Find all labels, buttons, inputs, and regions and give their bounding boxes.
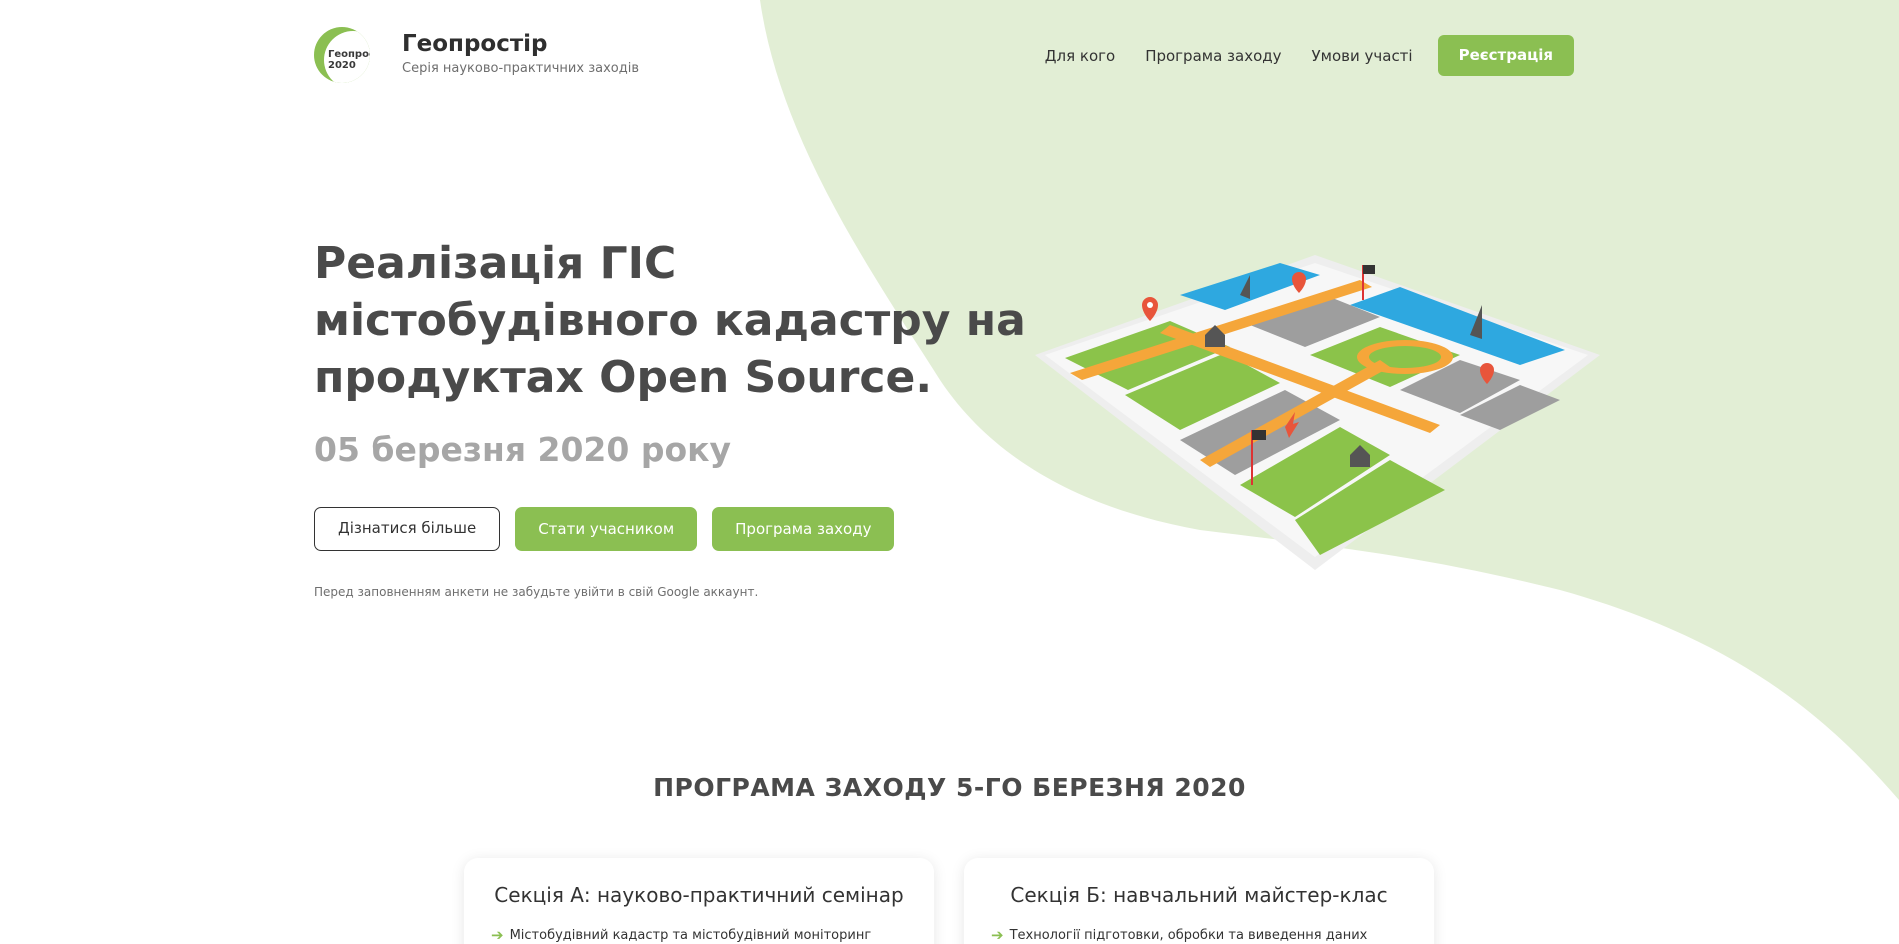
brand-subtitle: Серія науково-практичних заходів xyxy=(402,61,639,76)
nav-for-whom[interactable]: Для кого xyxy=(1045,47,1115,65)
section-a-title: Секція А: науково-практичний семінар xyxy=(494,883,904,907)
section-b-item-text: Технології підготовки, обробки та виведе… xyxy=(1009,927,1368,943)
section-b-title: Секція Б: навчальний майстер-клас xyxy=(1010,883,1388,907)
program-section-title: ПРОГРАМА ЗАХОДУ 5-ГО БЕРЕЗНЯ 2020 xyxy=(653,773,1246,802)
section-a-item-text: Містобудівний кадастр та містобудівний м… xyxy=(509,927,872,943)
event-date: 05 березня 2020 року xyxy=(314,430,732,469)
brand-logo[interactable]: Геопростір2020 Геопростір Серія науково-… xyxy=(314,27,639,83)
brand-title: Геопростір xyxy=(402,31,548,57)
register-button[interactable]: Реєстрація xyxy=(1437,35,1574,76)
learn-more-button[interactable]: Дізнатися більше xyxy=(314,507,501,551)
site-header: Геопростір2020 Геопростір Серія науково-… xyxy=(314,27,1574,83)
become-participant-button[interactable]: Стати учасником xyxy=(515,507,698,551)
arrow-right-icon: ➔ xyxy=(491,926,504,944)
logo-year: 2020 xyxy=(328,60,356,71)
logo-text: Геопростір xyxy=(328,49,370,60)
city-map-illustration xyxy=(1035,255,1600,570)
google-account-note: Перед заповненням анкети не забудьте уві… xyxy=(314,585,759,599)
hero-title: Реалізація ГІС містобудівного кадастру н… xyxy=(314,238,1026,403)
main-nav: Для кого Програма заходу Умови участі Ре… xyxy=(1015,35,1574,76)
nav-conditions[interactable]: Умови участі xyxy=(1312,47,1413,65)
section-b-item: ➔ Технології підготовки, обробки та виве… xyxy=(991,926,1434,944)
hero-section: Реалізація ГІС містобудівного кадастру н… xyxy=(314,235,1094,599)
hero-buttons: Дізнатися більше Стати учасником Програм… xyxy=(314,507,1094,551)
arrow-right-icon: ➔ xyxy=(991,926,1004,944)
nav-program[interactable]: Програма заходу xyxy=(1145,47,1281,65)
logo-mark-icon: Геопростір2020 xyxy=(314,27,370,83)
event-program-button[interactable]: Програма заходу xyxy=(712,507,895,551)
section-a-card: Секція А: науково-практичний семінар ➔ М… xyxy=(464,858,934,944)
section-a-item: ➔ Містобудівний кадастр та містобудівний… xyxy=(491,926,934,944)
section-b-card: Секція Б: навчальний майстер-клас ➔ Техн… xyxy=(964,858,1434,944)
